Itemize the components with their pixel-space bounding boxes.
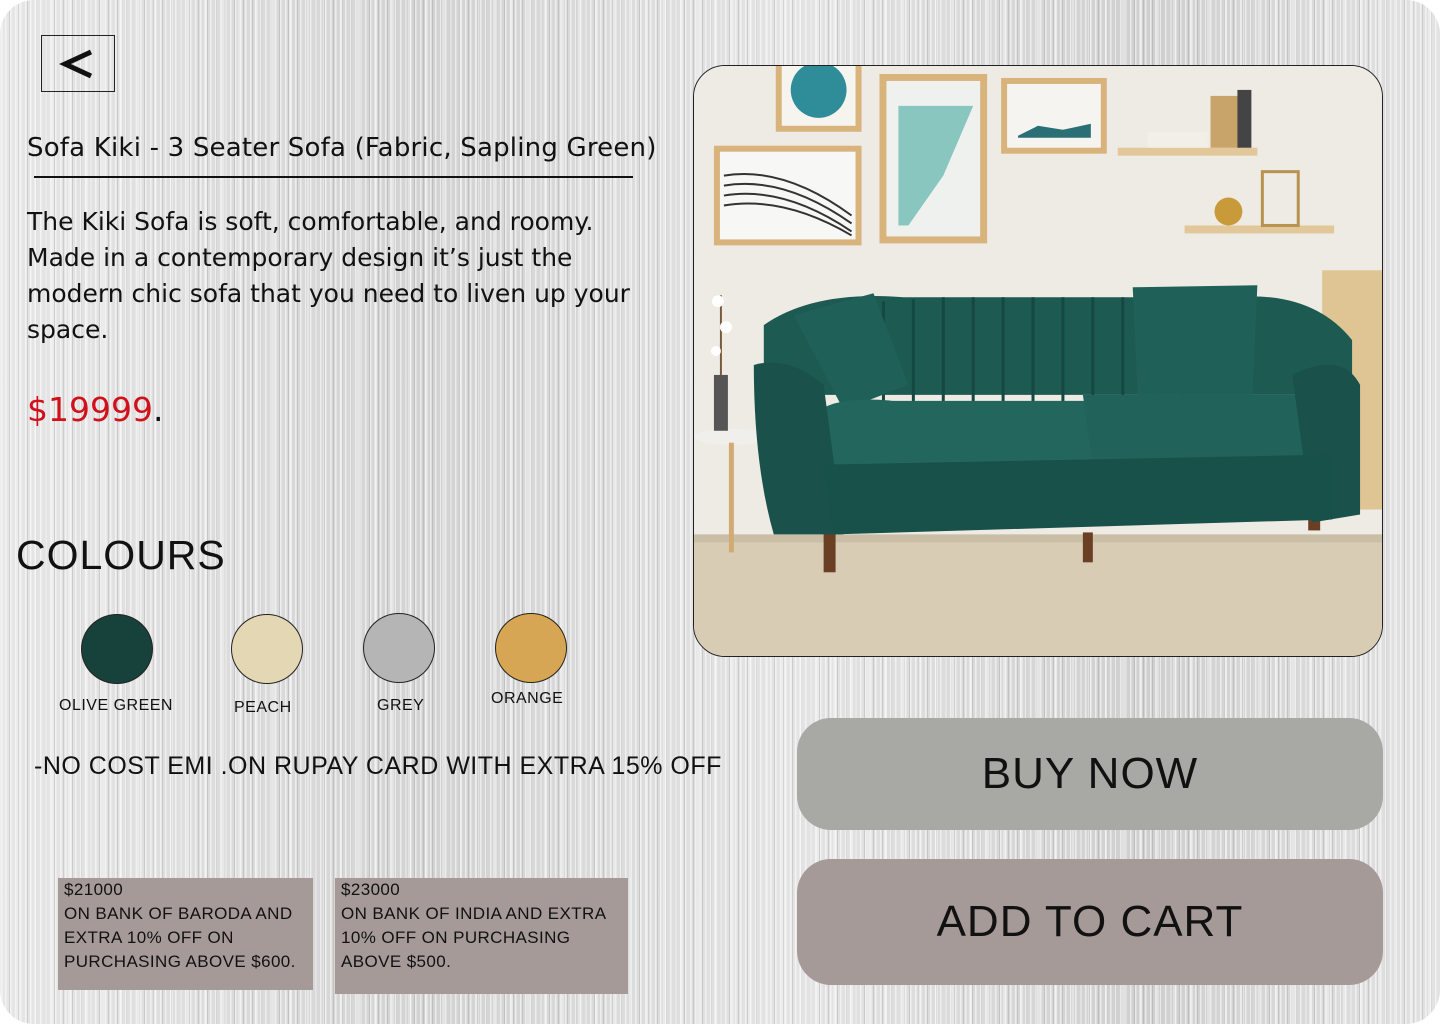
buy-now-button[interactable]: BUY NOW bbox=[797, 718, 1383, 830]
back-button[interactable] bbox=[41, 35, 115, 92]
offer-line: ABOVE $500. bbox=[341, 952, 452, 971]
offer-line: PURCHASING ABOVE $600. bbox=[64, 952, 296, 971]
product-page: Sofa Kiki - 3 Seater Sofa (Fabric, Sapli… bbox=[0, 0, 1440, 1024]
offer-line: ON BANK OF BARODA AND bbox=[64, 904, 293, 923]
offer-card-bank-of-baroda[interactable]: $21000 ON BANK OF BARODA AND EXTRA 10% O… bbox=[58, 878, 313, 990]
offer-line: 10% OFF ON PURCHASING bbox=[341, 928, 571, 947]
offer-card-bank-of-india[interactable]: $23000 ON BANK OF INDIA AND EXTRA 10% OF… bbox=[335, 878, 628, 994]
offer-amount: $23000 bbox=[341, 880, 401, 899]
add-to-cart-button[interactable]: ADD TO CART bbox=[797, 859, 1383, 985]
swatch-label-olive-green: OLIVE GREEN bbox=[59, 697, 173, 714]
title-divider bbox=[34, 176, 633, 178]
offer-amount: $21000 bbox=[64, 880, 124, 899]
product-description: The Kiki Sofa is soft, comfortable, and … bbox=[27, 207, 630, 344]
offer-line: EXTRA 10% OFF ON bbox=[64, 928, 234, 947]
price-amount: $19999 bbox=[27, 390, 153, 429]
product-price: $19999. bbox=[27, 390, 163, 429]
product-image bbox=[693, 65, 1383, 657]
offer-line: ON BANK OF INDIA AND EXTRA bbox=[341, 904, 607, 923]
swatch-label-peach: PEACH bbox=[234, 699, 292, 716]
emi-offer-note: -NO COST EMI .ON RUPAY CARD WITH EXTRA 1… bbox=[34, 752, 722, 780]
swatch-label-orange: ORANGE bbox=[491, 690, 564, 707]
swatch-olive-green[interactable] bbox=[81, 614, 153, 684]
price-suffix: . bbox=[152, 390, 164, 429]
swatch-grey[interactable] bbox=[363, 613, 435, 683]
swatch-label-grey: GREY bbox=[377, 697, 425, 714]
colours-heading: COLOURS bbox=[16, 532, 226, 578]
chevron-left-icon bbox=[59, 49, 93, 78]
sofa-photo bbox=[694, 66, 1382, 656]
product-title: Sofa Kiki - 3 Seater Sofa (Fabric, Sapli… bbox=[27, 133, 657, 163]
swatch-peach[interactable] bbox=[231, 614, 303, 684]
swatch-orange[interactable] bbox=[495, 613, 567, 683]
